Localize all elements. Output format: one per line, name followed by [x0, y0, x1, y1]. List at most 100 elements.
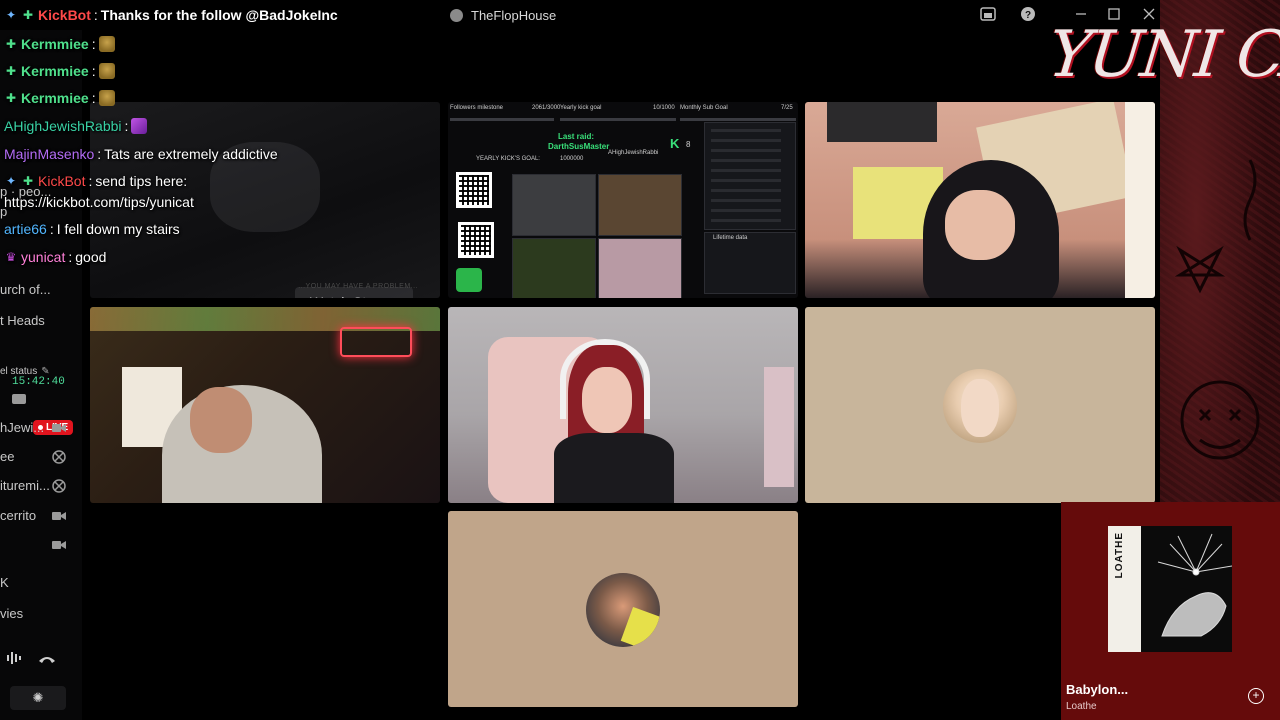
qr-code — [458, 222, 494, 258]
sidebar-item[interactable]: vies — [0, 602, 82, 624]
xbox-icon[interactable] — [52, 450, 66, 464]
stream-tile-webcam[interactable] — [448, 307, 798, 503]
sidebar-item[interactable]: p · peo... — [0, 180, 82, 202]
sidebar-item-label: hJewi... — [0, 419, 45, 435]
sidebar-item[interactable]: urch of... — [0, 278, 82, 300]
picture-in-picture-icon[interactable] — [979, 6, 997, 24]
chat-separator: : — [91, 63, 96, 79]
stream-tile-overlay[interactable]: Followers milestone 2061/3000 Yearly kic… — [448, 102, 798, 298]
add-track-icon[interactable]: + — [1248, 688, 1264, 704]
blurred-figure — [210, 142, 320, 232]
help-icon[interactable]: ? — [1019, 6, 1037, 24]
sidebar-item-label: urch of... — [0, 281, 51, 297]
stream-tile-avatar[interactable] — [805, 307, 1155, 503]
sidebar-item[interactable]: ee — [0, 445, 82, 467]
yearly-value: 10/1000 — [653, 105, 675, 111]
sidebar-item-label: vies — [0, 605, 24, 621]
wall-board — [827, 102, 937, 142]
face — [190, 387, 252, 453]
stream-tile-screen-share[interactable]: Watch Stream ...YOU MAY HAVE A PROBLEM..… — [90, 102, 440, 298]
lifetime-label: Lifetime data — [713, 235, 748, 241]
kick-goal-value: 1000000 — [560, 156, 584, 162]
window-title: TheFlopHouse — [450, 6, 556, 24]
window-blinds — [1125, 102, 1155, 298]
sidebar-item-label: el status — [0, 365, 38, 377]
frog-emote-icon — [98, 63, 115, 79]
stream-tile-webcam[interactable] — [805, 102, 1155, 298]
yearly-bar — [560, 118, 676, 121]
last-raid-name: DarthSusMaster — [548, 142, 610, 151]
sidebar-item[interactable]: hJewi... — [0, 416, 82, 438]
sidebar-item-label: p · peo... — [0, 183, 52, 199]
last-raid-label: Last raid: — [558, 132, 595, 141]
now-playing-widget: LOATHE Babylon... Loathe + — [1061, 502, 1280, 720]
voice-connected-icon[interactable] — [6, 650, 24, 666]
cup-graphic — [456, 268, 482, 292]
app-icon — [450, 8, 463, 22]
pencil-icon[interactable]: ✎ — [41, 366, 49, 377]
camera-icon[interactable] — [12, 394, 26, 404]
shirt — [554, 433, 674, 503]
lifetime-data-panel: Lifetime data — [704, 232, 796, 294]
sidebar-item[interactable]: t Heads — [0, 309, 82, 331]
monthly-label: Monthly Sub Goal — [680, 105, 728, 111]
followers-value: 2061/3000 — [532, 105, 561, 111]
face — [582, 367, 632, 433]
stream-tile-avatar[interactable] — [448, 511, 798, 707]
sidebar-item-label: ee — [0, 448, 15, 464]
participant-avatar — [943, 369, 1017, 443]
activity-button[interactable]: ✺ — [10, 686, 66, 710]
xbox-icon[interactable] — [52, 479, 66, 493]
mini-cam — [598, 174, 682, 236]
kick-logo-icon: K — [670, 136, 680, 151]
sidebar-item[interactable]: cerrito — [0, 504, 82, 526]
mini-cam — [512, 238, 596, 298]
monthly-value: 7/25 — [781, 105, 793, 111]
kick-count: 8 — [686, 140, 691, 149]
sidebar-item[interactable]: ituremi... — [0, 474, 82, 496]
chat-separator: : — [91, 36, 96, 52]
host-name: AHighJewishRabbi — [608, 150, 659, 156]
monthly-bar — [680, 118, 796, 121]
followers-label: Followers milestone — [450, 105, 504, 111]
camera-icon[interactable] — [52, 509, 66, 523]
sidebar-item-label: p — [0, 203, 8, 219]
album-illustration — [1157, 533, 1232, 637]
window-title-text: TheFlopHouse — [471, 7, 557, 23]
sidebar-item-label: cerrito — [0, 507, 37, 523]
maximize-icon[interactable] — [1105, 6, 1123, 24]
sidebar-item-label: ituremi... — [0, 477, 50, 493]
sidebar: p · peo... p urch of... t Heads 15:42:40… — [0, 30, 82, 720]
avatar-face — [961, 379, 999, 437]
sidebar-item[interactable]: K — [0, 571, 82, 593]
camera-icon[interactable] — [52, 421, 66, 435]
kick-goal-label: YEARLY KICK'S GOAL: — [476, 156, 540, 162]
avatar-vest — [620, 606, 660, 647]
tile-footer-text: ...YOU MAY HAVE A PROBLEM... — [298, 283, 418, 290]
yearly-label: Yearly kick goal — [560, 105, 602, 111]
sidebar-item-label: t Heads — [0, 312, 45, 328]
minimize-icon[interactable] — [1072, 6, 1090, 24]
track-artist: Loathe — [1066, 701, 1097, 712]
shelf — [764, 367, 794, 487]
stream-tile-webcam[interactable] — [90, 307, 440, 503]
mini-cam — [512, 174, 596, 236]
participant-avatar — [586, 573, 660, 647]
followers-bar — [450, 118, 554, 121]
sidebar-item-channel-status[interactable]: el status ✎ — [0, 360, 82, 382]
rocket-icon: ✺ — [32, 690, 44, 705]
sidebar-item-label: K — [0, 574, 9, 590]
close-icon[interactable] — [1140, 6, 1158, 24]
on-air-sign — [340, 327, 412, 357]
camera-icon[interactable] — [52, 538, 66, 552]
face — [945, 190, 1015, 260]
art-title: YUNI CAT — [1044, 18, 1280, 92]
title-bar: TheFlopHouse ? — [0, 0, 1160, 30]
album-art: LOATHE — [1108, 526, 1232, 652]
mini-cam — [598, 238, 682, 298]
sidebar-item[interactable]: p — [0, 200, 82, 222]
chat-list-panel — [704, 122, 796, 230]
track-title: Babylon... — [1066, 682, 1129, 697]
disconnect-icon[interactable] — [38, 652, 56, 664]
svg-text:?: ? — [1025, 10, 1031, 21]
